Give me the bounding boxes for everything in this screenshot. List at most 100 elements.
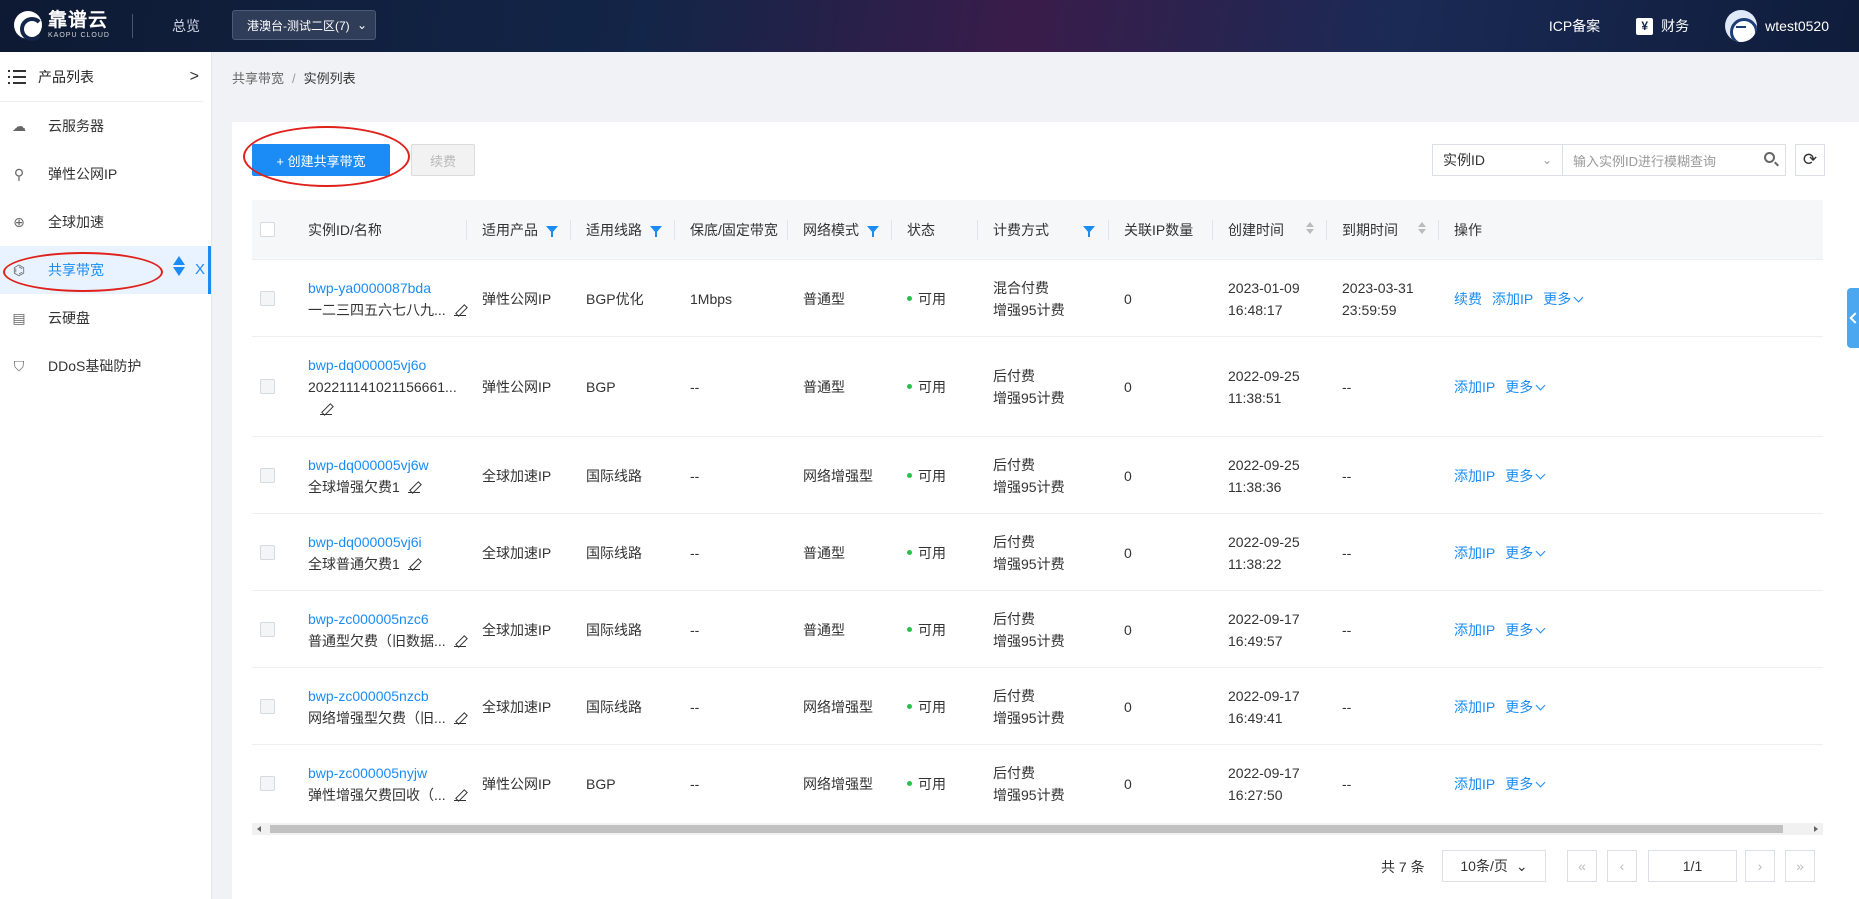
row-action-link[interactable]: 更多 (1505, 776, 1533, 792)
status-cell: 可用 (907, 542, 946, 564)
top-nav-bar: 靠谱云 KAOPU CLOUD 总览 港澳台-测试二区(7) ⌄ ICP备案 ¥… (0, 0, 1859, 52)
sort-icon[interactable] (1418, 222, 1426, 234)
filter-icon[interactable] (867, 226, 879, 237)
chevron-down-icon: ⌄ (356, 18, 367, 32)
instance-id-link[interactable]: bwp-dq000005vj6o (308, 354, 478, 376)
horizontal-scrollbar[interactable] (252, 823, 1823, 835)
chevron-down-icon[interactable] (1535, 700, 1546, 710)
row-checkbox[interactable] (260, 467, 275, 483)
row-checkbox[interactable] (260, 290, 275, 306)
row-actions: 添加IP 更多 (1454, 376, 1554, 398)
expire-time-cell: -- (1342, 465, 1351, 487)
instance-id-link[interactable]: bwp-zc000005nzc6 (308, 608, 478, 630)
user-menu[interactable]: wtest0520 (1725, 10, 1829, 42)
chevron-right-icon[interactable]: > (190, 68, 199, 86)
instance-id-link[interactable]: bwp-dq000005vj6i (308, 531, 478, 553)
region-selector[interactable]: 港澳台-测试二区(7) ⌄ (232, 10, 376, 40)
row-action-link[interactable]: 更多 (1505, 622, 1533, 638)
row-checkbox[interactable] (260, 775, 275, 791)
search-input[interactable]: 输入实例ID进行模糊查询 (1562, 144, 1786, 176)
row-checkbox[interactable] (260, 379, 275, 394)
edit-icon[interactable] (407, 558, 420, 570)
nav-icp[interactable]: ICP备案 (1549, 16, 1600, 36)
row-action-link[interactable]: 添加IP (1454, 622, 1495, 638)
next-page-button[interactable]: › (1745, 850, 1775, 882)
filter-icon[interactable] (1083, 226, 1095, 237)
nav-finance[interactable]: ¥ 财务 (1636, 16, 1689, 36)
row-action-link[interactable]: 添加IP (1492, 291, 1533, 307)
status-text: 可用 (918, 379, 946, 395)
edit-icon[interactable] (320, 403, 332, 415)
mode-cell: 网络增强型 (803, 467, 873, 484)
close-icon[interactable]: X (195, 261, 205, 278)
chevron-down-icon[interactable] (1535, 546, 1546, 556)
row-action-link[interactable]: 续费 (1454, 291, 1482, 307)
page-input[interactable]: 1/1 (1648, 850, 1737, 882)
chevron-down-icon[interactable] (1535, 380, 1546, 391)
billing-mode: 增强95计费 (993, 709, 1065, 726)
scrollbar-thumb[interactable] (270, 825, 1783, 833)
breadcrumb-parent[interactable]: 共享带宽 (232, 71, 284, 86)
chevron-down-icon[interactable] (1535, 469, 1546, 479)
row-action-link[interactable]: 更多 (1505, 468, 1533, 484)
instance-id-link[interactable]: bwp-zc000005nyjw (308, 762, 478, 784)
renew-button[interactable]: 续费 (411, 144, 475, 176)
instance-id-link[interactable]: bwp-dq000005vj6w (308, 454, 478, 476)
sidebar-item-label: 全球加速 (48, 214, 104, 230)
row-checkbox[interactable] (260, 698, 275, 714)
sort-icon[interactable] (1306, 222, 1314, 234)
sidebar-item[interactable]: ⊕ 全球加速 (0, 198, 211, 246)
sidebar-item[interactable]: ▤ 云硬盘 (0, 294, 211, 342)
sidebar-item[interactable]: ☁ 云服务器 (0, 102, 211, 150)
row-action-link[interactable]: 添加IP (1454, 379, 1495, 395)
edit-icon[interactable] (453, 635, 466, 647)
instance-id-link[interactable]: bwp-ya0000087bda (308, 277, 478, 299)
page-size-select[interactable]: 10条/页 ⌄ (1442, 850, 1546, 882)
prev-page-button[interactable]: ‹ (1607, 850, 1637, 882)
edit-icon[interactable] (453, 712, 466, 724)
row-action-link[interactable]: 更多 (1543, 291, 1571, 307)
ip-count-cell: 0 (1124, 775, 1132, 792)
product-cell: 全球加速IP (482, 621, 552, 638)
status-text: 可用 (918, 544, 946, 561)
row-action-link[interactable]: 添加IP (1454, 776, 1495, 792)
created-time-cell: 2022-09-25 11:38:36 (1228, 454, 1300, 498)
edit-icon[interactable] (407, 481, 420, 493)
filter-icon[interactable] (650, 226, 662, 237)
sidebar-item[interactable]: ⛉ DDoS基础防护 (0, 342, 211, 390)
row-checkbox[interactable] (260, 621, 275, 637)
nav-overview[interactable]: 总览 (172, 16, 200, 36)
search-icon[interactable] (1764, 152, 1775, 163)
bandwidth-cell: 1Mbps (690, 290, 733, 307)
search-field-select[interactable]: 实例ID ⌄ (1432, 144, 1562, 176)
created-date: 2022-09-25 (1228, 456, 1300, 473)
row-action-link[interactable]: 更多 (1505, 545, 1533, 561)
reorder-icon[interactable] (173, 256, 185, 276)
chevron-down-icon[interactable] (1535, 777, 1546, 787)
edit-icon[interactable] (453, 789, 466, 801)
instance-id-link[interactable]: bwp-zc000005nzcb (308, 685, 478, 707)
side-drawer-toggle[interactable] (1847, 288, 1859, 348)
billing-type: 混合付费 (993, 279, 1049, 296)
row-action-link[interactable]: 添加IP (1454, 699, 1495, 715)
chevron-down-icon[interactable] (1535, 623, 1546, 633)
scroll-left-icon[interactable] (257, 826, 261, 832)
edit-icon[interactable] (453, 304, 466, 316)
chevron-down-icon[interactable] (1573, 292, 1584, 302)
column-header: 操作 (1438, 200, 1538, 260)
filter-icon[interactable] (546, 226, 558, 237)
select-all-checkbox[interactable] (260, 222, 275, 237)
product-list-header[interactable]: 产品列表 > (0, 52, 203, 102)
search-field-value: 实例ID (1443, 152, 1485, 168)
logo[interactable]: 靠谱云 KAOPU CLOUD (14, 11, 110, 41)
row-action-link[interactable]: 更多 (1505, 699, 1533, 715)
row-action-link[interactable]: 添加IP (1454, 545, 1495, 561)
scroll-right-icon[interactable] (1814, 826, 1818, 832)
sidebar-item[interactable]: ⚲ 弹性公网IP (0, 150, 211, 198)
last-page-button[interactable]: » (1785, 850, 1815, 882)
row-action-link[interactable]: 添加IP (1454, 468, 1495, 484)
first-page-button[interactable]: « (1567, 850, 1597, 882)
refresh-button[interactable]: ⟳ (1795, 144, 1825, 176)
row-checkbox[interactable] (260, 544, 275, 560)
row-action-link[interactable]: 更多 (1505, 379, 1533, 395)
